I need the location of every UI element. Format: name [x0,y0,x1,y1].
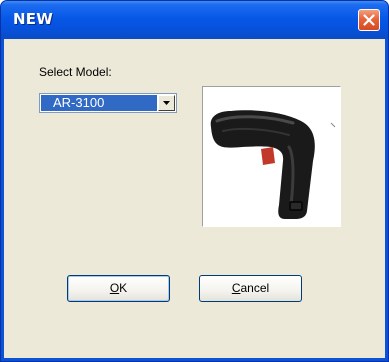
cancel-label: ancel [240,281,270,295]
ok-button[interactable]: OK [67,275,170,302]
ok-label: K [119,281,128,295]
ok-mnemonic: O [109,281,120,295]
new-dialog-window: NEW Select Model: AR-3100 OK Cancel [0,0,389,362]
model-select[interactable]: AR-3100 [39,93,177,113]
close-button[interactable] [358,9,380,31]
cancel-button[interactable]: Cancel [199,275,302,302]
model-preview-image [202,86,341,227]
model-select-value[interactable]: AR-3100 [41,95,157,111]
window-title: NEW [13,10,53,28]
chevron-down-icon [163,101,170,105]
select-model-label: Select Model: [39,65,112,79]
model-select-dropdown-button[interactable] [158,95,175,111]
barcode-scanner-image [210,110,336,219]
title-bar[interactable]: NEW [1,1,388,39]
close-icon [363,14,375,26]
